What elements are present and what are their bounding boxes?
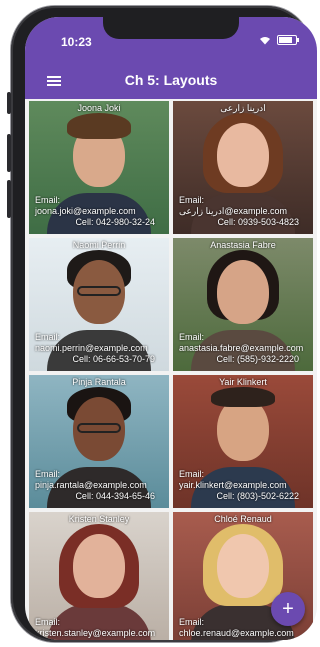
photo-face xyxy=(73,534,125,598)
contact-email: anastasia.fabre@example.com xyxy=(179,343,304,353)
email-label: Email: xyxy=(35,332,61,342)
contact-info: Email: pinja.rantala@example.com Cell: 0… xyxy=(35,469,165,502)
wifi-icon xyxy=(260,36,270,44)
contact-card[interactable]: ادرینا زارعی Email: ادرینا زارعی@example… xyxy=(173,101,313,234)
contact-name: Anastasia Fabre xyxy=(210,240,276,250)
volume-down-button xyxy=(7,180,11,218)
contact-cell: Cell: 044-394-65-46 xyxy=(75,491,155,501)
photo-face xyxy=(217,260,269,324)
mute-switch xyxy=(7,92,11,114)
status-bar: 10:23 xyxy=(25,17,317,61)
contact-cell: Cell: (803)-502-6222 xyxy=(216,491,299,501)
contact-card[interactable]: Yair Klinkert Email: yair.klinkert@examp… xyxy=(173,375,313,508)
contact-email: kristen.stanley@example.com xyxy=(35,628,156,638)
add-icon: + xyxy=(282,598,294,620)
contact-card[interactable]: Joona Joki Email: joona.joki@example.com… xyxy=(29,101,169,234)
contact-cell: Cell: (585)-932-2220 xyxy=(216,354,299,364)
contact-card[interactable]: Pinja Rantala Email: pinja.rantala@examp… xyxy=(29,375,169,508)
photo-face xyxy=(217,123,269,187)
contact-info: Email: kristen.stanley@example.com xyxy=(35,617,165,639)
contact-info: Email: ادرینا زارعی@example.com Cell: 09… xyxy=(179,195,309,228)
contact-email: ادرینا زارعی@example.com xyxy=(179,206,288,216)
email-label: Email: xyxy=(179,195,205,205)
glasses-icon xyxy=(77,423,121,433)
contact-name: Kristen Stanley xyxy=(68,514,130,524)
contact-info: Email: anastasia.fabre@example.com Cell:… xyxy=(179,332,309,365)
email-label: Email: xyxy=(35,617,61,627)
status-icons xyxy=(259,35,299,45)
battery-icon xyxy=(277,35,299,45)
photo-hair xyxy=(211,387,275,407)
contact-cell: Cell: 06-66-53-70-79 xyxy=(72,354,155,364)
contact-info: Email: naomi.perrin@example.com Cell: 06… xyxy=(35,332,165,365)
contact-email: chloe.renaud@example.com xyxy=(179,628,294,638)
contact-info: Email: yair.klinkert@example.com Cell: (… xyxy=(179,469,309,502)
contact-email: yair.klinkert@example.com xyxy=(179,480,287,490)
contact-email: naomi.perrin@example.com xyxy=(35,343,148,353)
glasses-icon xyxy=(77,286,121,296)
contact-card[interactable]: Naomi Perrin Email: naomi.perrin@example… xyxy=(29,238,169,371)
photo-face xyxy=(217,534,269,598)
notch xyxy=(103,17,239,39)
page-title: Ch 5: Layouts xyxy=(124,72,218,88)
contact-name: Pinja Rantala xyxy=(72,377,126,387)
email-label: Email: xyxy=(179,332,205,342)
contact-cell: Cell: 042-980-32-24 xyxy=(75,217,155,227)
screen: 10:23 Ch 5: Layouts Joona Joki Email: jo… xyxy=(25,17,317,640)
volume-up-button xyxy=(7,134,11,172)
phone-frame: 10:23 Ch 5: Layouts Joona Joki Email: jo… xyxy=(7,6,317,642)
contact-cell: Cell: 0939-503-4823 xyxy=(217,217,299,227)
add-contact-button[interactable]: + xyxy=(271,592,305,626)
email-label: Email: xyxy=(179,469,205,479)
status-time: 10:23 xyxy=(61,35,92,49)
contact-info: Email: joona.joki@example.com Cell: 042-… xyxy=(35,195,165,228)
contact-email: pinja.rantala@example.com xyxy=(35,480,147,490)
contact-email: joona.joki@example.com xyxy=(35,206,136,216)
email-label: Email: xyxy=(35,195,61,205)
contact-name: Yair Klinkert xyxy=(219,377,267,387)
contact-name: Joona Joki xyxy=(77,103,121,113)
email-label: Email: xyxy=(35,469,61,479)
contact-grid: Joona Joki Email: joona.joki@example.com… xyxy=(29,101,313,640)
app-bar: Ch 5: Layouts xyxy=(25,61,317,99)
contact-name: ادرینا زارعی xyxy=(220,103,266,113)
contact-name: Chloé Renaud xyxy=(214,514,272,524)
photo-hair xyxy=(67,113,131,139)
contact-name: Naomi Perrin xyxy=(72,240,126,250)
contact-card[interactable]: Anastasia Fabre Email: anastasia.fabre@e… xyxy=(173,238,313,371)
contact-card[interactable]: Kristen Stanley Email: kristen.stanley@e… xyxy=(29,512,169,640)
